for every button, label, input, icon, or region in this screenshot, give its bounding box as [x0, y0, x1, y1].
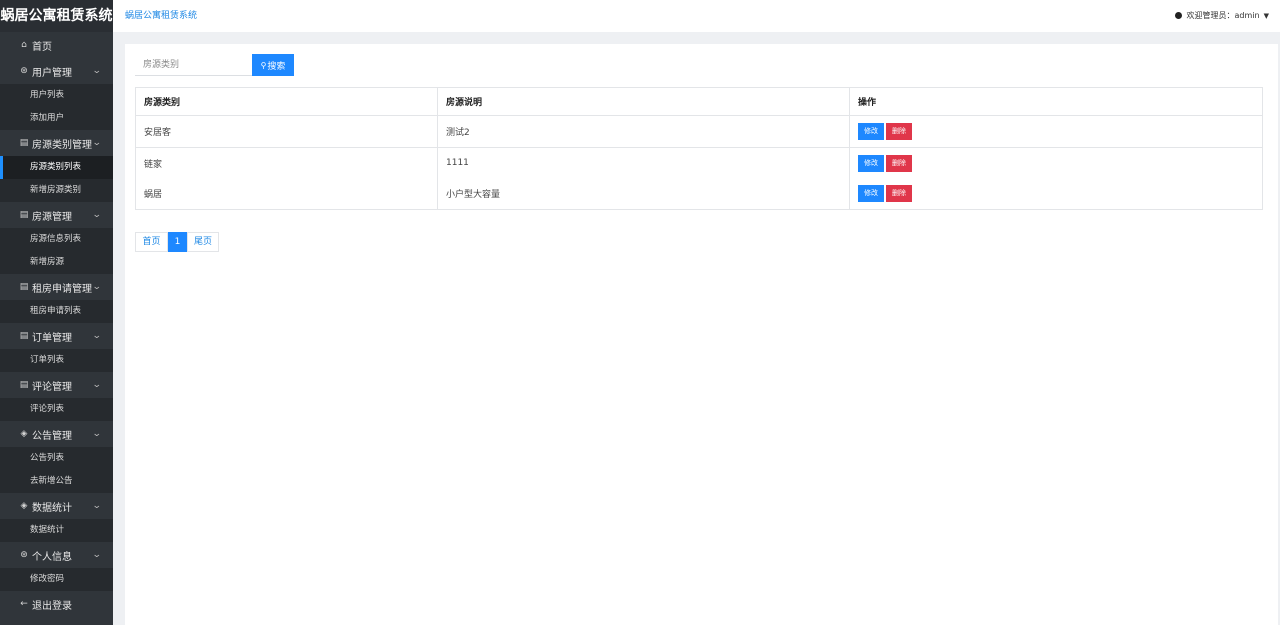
chevron-down-icon: ⌄	[92, 138, 103, 148]
column-header-actions: 操作	[849, 87, 1263, 116]
table-header-row: 房源类别 房源说明 操作	[135, 87, 1263, 116]
sidebar-group-label: 用户管理	[32, 67, 72, 79]
cell-desc: 1111	[437, 147, 850, 179]
sidebar-group-users[interactable]: ⊛ 用户管理 ⌄	[0, 58, 113, 84]
top-header: 蜗居公寓租赁系统 欢迎管理员：admin ▼	[113, 0, 1280, 32]
sidebar-item-change-password[interactable]: 修改密码	[0, 568, 113, 591]
cell-desc: 测试2	[437, 115, 850, 148]
sidebar-group-category[interactable]: ▤ 房源类别管理 ⌄	[0, 130, 113, 156]
sidebar-group-orders[interactable]: ▤ 订单管理 ⌄	[0, 323, 113, 349]
doc-icon: ▤	[19, 380, 29, 390]
caret-down-icon: ▼	[1263, 11, 1269, 20]
content-panel: ⚲ 搜索 房源类别 房源说明 操作 安居客 测试2 修改删除 链家 1111	[125, 44, 1278, 625]
chevron-down-icon: ⌄	[92, 550, 103, 560]
sidebar-group-applications[interactable]: ▤ 租房申请管理 ⌄	[0, 274, 113, 300]
sidebar-item-home[interactable]: ⌂ 首页	[0, 32, 113, 58]
breadcrumb[interactable]: 蜗居公寓租赁系统	[125, 8, 197, 21]
cell-actions: 修改 删除	[849, 115, 1263, 148]
sidebar-group-label: 个人信息	[32, 551, 72, 563]
delete-button[interactable]: 删除	[886, 154, 912, 172]
layers-icon: ◈	[20, 501, 28, 511]
home-icon: ⌂	[21, 40, 27, 50]
sidebar-group-label: 评论管理	[32, 381, 72, 393]
sidebar-item-add-user[interactable]: 添加用户	[0, 107, 113, 130]
brand-title: 蜗居公寓租赁系统	[0, 0, 113, 32]
sidebar-group-notices[interactable]: ◈ 公告管理 ⌄	[0, 421, 113, 447]
cell-category: 蜗居	[135, 178, 438, 210]
sidebar-group-label: 数据统计	[32, 502, 72, 514]
category-table: 房源类别 房源说明 操作 安居客 测试2 修改删除 链家 1111 修改删除	[135, 87, 1263, 210]
sidebar-group-label: 租房申请管理	[32, 283, 92, 295]
back-arrow-icon: ←	[20, 599, 28, 609]
sidebar-item-add-notice[interactable]: 去新增公告	[0, 470, 113, 493]
pagination: 首页 1 尾页	[135, 232, 219, 252]
edit-button[interactable]: 修改	[858, 185, 884, 203]
user-menu[interactable]: 欢迎管理员：admin ▼	[1174, 10, 1269, 21]
chevron-down-icon: ⌄	[92, 66, 103, 76]
search-bar: ⚲ 搜索	[135, 54, 294, 76]
search-button-label: 搜索	[267, 61, 286, 72]
sidebar-item-notice-list[interactable]: 公告列表	[0, 447, 113, 470]
sidebar-item-label: 首页	[32, 41, 52, 53]
user-icon: ⊛	[20, 66, 28, 76]
sidebar-group-stats[interactable]: ◈ 数据统计 ⌄	[0, 493, 113, 519]
current-page[interactable]: 1	[168, 232, 187, 252]
table-row: 安居客 测试2 修改 删除	[135, 115, 1263, 148]
doc-icon: ▤	[19, 138, 29, 148]
user-avatar-icon	[1174, 12, 1182, 19]
delete-button[interactable]: 删除	[886, 185, 912, 203]
doc-icon: ▤	[19, 331, 29, 341]
table-row: 链家 1111 修改 删除	[135, 147, 1263, 179]
user-icon: ⊛	[20, 550, 28, 560]
category-search-input[interactable]	[135, 54, 252, 76]
cell-actions: 修改 删除	[849, 178, 1263, 210]
sidebar-item-add-category[interactable]: 新增房源类别	[0, 179, 113, 202]
sidebar-item-listing-list[interactable]: 房源信息列表	[0, 228, 113, 251]
chevron-down-icon: ⌄	[92, 501, 103, 511]
sidebar-item-stats[interactable]: 数据统计	[0, 519, 113, 542]
doc-icon: ▤	[19, 210, 29, 220]
table-row: 蜗居 小户型大容量 修改 删除	[135, 178, 1263, 210]
last-page-link[interactable]: 尾页	[187, 232, 219, 252]
user-greeting: 欢迎管理员：admin	[1186, 11, 1260, 20]
layers-icon: ◈	[20, 429, 28, 439]
cell-desc: 小户型大容量	[437, 178, 850, 210]
column-header-desc: 房源说明	[437, 87, 850, 116]
cell-category: 安居客	[135, 115, 438, 148]
chevron-down-icon: ⌄	[92, 210, 103, 220]
search-icon: ⚲	[260, 60, 267, 70]
sidebar-item-category-list[interactable]: 房源类别列表	[0, 156, 113, 179]
search-button[interactable]: ⚲ 搜索	[252, 54, 294, 76]
sidebar-item-logout[interactable]: ← 退出登录	[0, 591, 113, 617]
cell-actions: 修改 删除	[849, 147, 1263, 179]
chevron-down-icon: ⌄	[92, 380, 103, 390]
sidebar-item-order-list[interactable]: 订单列表	[0, 349, 113, 372]
sidebar-group-label: 房源类别管理	[32, 139, 92, 151]
sidebar-item-application-list[interactable]: 租房申请列表	[0, 300, 113, 323]
chevron-down-icon: ⌄	[92, 331, 103, 341]
sidebar-group-label: 订单管理	[32, 332, 72, 344]
sidebar-group-label: 公告管理	[32, 430, 72, 442]
sidebar-item-comment-list[interactable]: 评论列表	[0, 398, 113, 421]
sidebar-group-label: 房源管理	[32, 211, 72, 223]
sidebar-nav: ⌂ 首页 ⊛ 用户管理 ⌄ 用户列表 添加用户 ▤ 房源类别管理 ⌄ 房源类别列…	[0, 32, 113, 617]
column-header-category: 房源类别	[135, 87, 438, 116]
sidebar-item-label: 退出登录	[32, 600, 72, 612]
edit-button[interactable]: 修改	[858, 123, 884, 140]
sidebar-item-add-listing[interactable]: 新增房源	[0, 251, 113, 274]
sidebar: 蜗居公寓租赁系统 ⌂ 首页 ⊛ 用户管理 ⌄ 用户列表 添加用户 ▤ 房源类别管…	[0, 0, 113, 625]
edit-button[interactable]: 修改	[858, 154, 884, 172]
first-page-link[interactable]: 首页	[135, 232, 168, 252]
delete-button[interactable]: 删除	[886, 123, 912, 140]
sidebar-item-user-list[interactable]: 用户列表	[0, 84, 113, 107]
sidebar-group-listings[interactable]: ▤ 房源管理 ⌄	[0, 202, 113, 228]
sidebar-group-profile[interactable]: ⊛ 个人信息 ⌄	[0, 542, 113, 568]
doc-icon: ▤	[19, 282, 29, 292]
chevron-down-icon: ⌄	[92, 429, 103, 439]
sidebar-group-comments[interactable]: ▤ 评论管理 ⌄	[0, 372, 113, 398]
cell-category: 链家	[135, 147, 438, 179]
chevron-down-icon: ⌄	[92, 282, 103, 292]
